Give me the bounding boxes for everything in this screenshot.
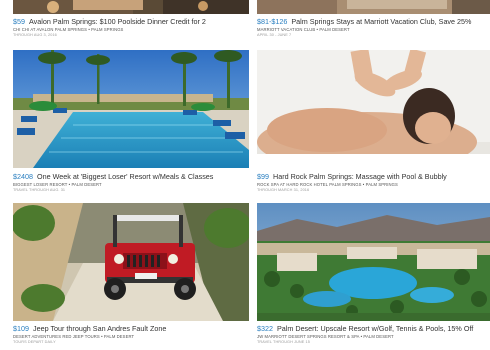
deal-note: TOURS DEPART DAILY [13,339,56,344]
deal-note: THROUGH MARCH 31, 2016 [257,187,310,192]
deal-title[interactable]: Avalon Palm Springs: $100 Poolside Dinne… [29,17,206,26]
deal-note: APRIL 30 - JUNE 7 [257,32,292,37]
deal-title[interactable]: One Week at 'Biggest Loser' Resort w/Mea… [37,172,213,181]
deal-image[interactable] [13,203,249,321]
deal-note: TRAVEL THROUGH AUG. 31 [13,187,66,192]
deal-price: $59 [13,17,25,26]
deal-card[interactable]: $59 Avalon Palm Springs: $100 Poolside Di… [13,0,249,46]
deal-title[interactable]: Jeep Tour through San Andres Fault Zone [33,324,166,333]
deal-card[interactable]: $81-$126 Palm Springs Stays at Marriott V… [257,0,490,46]
deal-price: $81-$126 [257,17,288,26]
deal-price: $109 [13,324,29,333]
deal-card[interactable]: $322 Palm Desert: Upscale Resort w/Golf, … [257,203,490,350]
deal-image[interactable] [257,0,490,14]
deal-image[interactable] [13,50,249,168]
deal-note: THROUGH AUG 3, 2016 [13,32,57,37]
deal-note: TRAVEL THROUGH JUNE 15 [257,339,310,344]
deal-price: $2408 [13,172,33,181]
deal-image[interactable] [257,203,490,321]
deal-price: $99 [257,172,269,181]
deal-card[interactable]: $109 Jeep Tour through San Andres Fault Z… [13,203,249,350]
deal-card[interactable]: $2408 One Week at 'Biggest Loser' Resort … [13,50,249,198]
deal-title[interactable]: Palm Desert: Upscale Resort w/Golf, Tenn… [277,324,473,333]
deal-card[interactable]: $99 Hard Rock Palm Springs: Massage with … [257,50,490,198]
deal-title[interactable]: Palm Springs Stays at Marriott Vacation … [291,17,471,26]
deal-price: $322 [257,324,273,333]
deal-image[interactable] [13,0,249,14]
deal-title[interactable]: Hard Rock Palm Springs: Massage with Poo… [273,172,447,181]
deal-image[interactable] [257,50,490,168]
